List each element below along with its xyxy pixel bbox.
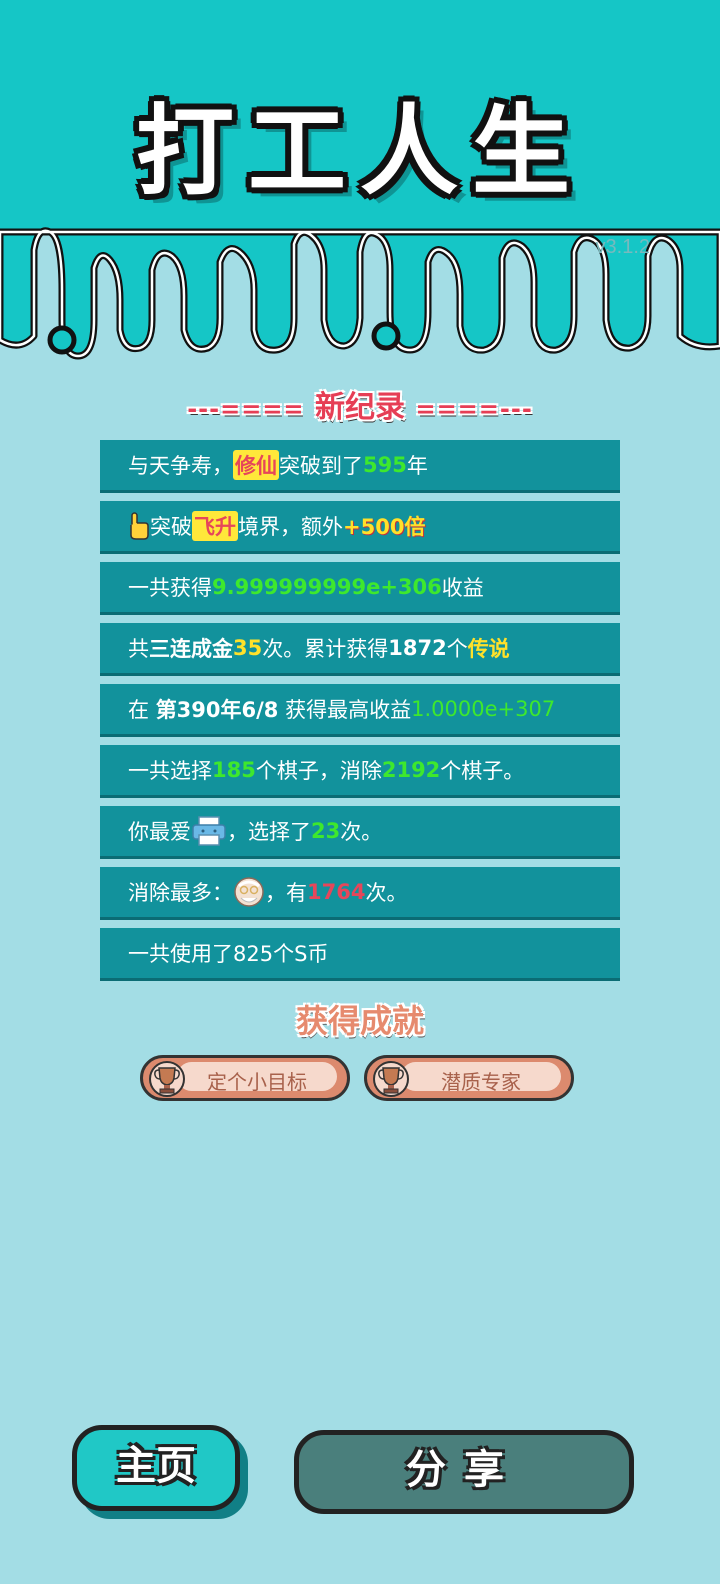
row-text: 共 — [128, 637, 149, 661]
row-text: 次。 — [365, 881, 408, 905]
app-title: 打工人生 — [135, 95, 584, 209]
row-highlight: 第390年6/8 — [155, 698, 279, 722]
record-row-longevity: 与天争寿， 修仙 突破到了 595 年 — [100, 440, 620, 493]
new-record-header: ---==== 新纪录 ====--- — [0, 382, 720, 426]
row-text: 个棋子。 — [440, 759, 525, 783]
record-row-favorite: 你最爱 ，选择了 23 次。 — [100, 806, 620, 859]
header-dash-right: ====--- — [415, 395, 533, 423]
row-text: 个 — [446, 637, 468, 661]
record-list: 与天争寿， 修仙 突破到了 595 年 突破 飞升 境界，额外 +500倍 一共… — [100, 440, 620, 989]
row-value: 1764 — [307, 880, 366, 904]
record-row-triple-gold: 共 三连成金 35 次。累计获得 1872 个 传说 — [100, 623, 620, 676]
achievements-title: 获得成就 — [295, 1002, 424, 1040]
row-value: 185 — [212, 758, 256, 782]
row-text: 次。 — [340, 820, 383, 844]
record-row-coins: 一共使用了825个S币 — [100, 928, 620, 981]
record-row-most-eliminated: 消除最多： ，有 1764 次。 — [100, 867, 620, 920]
row-text: 你最爱 — [128, 820, 191, 844]
achievement-badge[interactable]: 潜质专家 — [364, 1055, 574, 1101]
row-text: 个棋子，消除 — [255, 759, 382, 783]
achievement-label: 定个小目标 — [207, 1070, 307, 1094]
old-man-face-icon — [234, 877, 264, 907]
row-value: 35 — [233, 636, 263, 660]
row-text: 年 — [406, 454, 428, 478]
row-text: ，选择了 — [227, 820, 311, 844]
row-value: 595 — [363, 453, 407, 477]
row-highlight: 三连成金 — [149, 637, 233, 661]
home-button[interactable]: 主页 — [72, 1425, 240, 1511]
row-value: 1872 — [388, 636, 447, 660]
record-row-pieces: 一共选择 185 个棋子，消除 2192 个棋子。 — [100, 745, 620, 798]
row-text: 次。累计获得 — [262, 637, 389, 661]
row-text: 突破 — [150, 515, 192, 539]
share-button[interactable]: 分享 — [294, 1430, 634, 1514]
row-text: 在 — [128, 698, 156, 722]
row-text: 消除最多： — [128, 881, 233, 905]
new-record-title: 新纪录 — [315, 390, 405, 425]
row-value: 1.0000e+307 — [411, 697, 556, 721]
row-highlight: 传说 — [467, 637, 510, 661]
pointing-hand-icon — [130, 512, 149, 540]
row-value: +500倍 — [343, 515, 426, 539]
achievement-label: 潜质专家 — [441, 1070, 521, 1094]
row-text: 与天争寿， — [128, 454, 233, 478]
record-row-max-income: 在 第390年6/8 获得最高收益 1.0000e+307 — [100, 684, 620, 737]
row-text: 一共使用了825个S币 — [128, 942, 329, 966]
version-label: v3.1.2 — [595, 236, 650, 258]
row-highlight: 修仙 — [233, 450, 279, 480]
row-value: 9.999999999e+306 — [212, 575, 442, 599]
row-text: ，有 — [265, 881, 307, 905]
row-text: 突破到了 — [279, 454, 363, 478]
row-value: 23 — [311, 819, 341, 843]
printer-icon — [192, 816, 226, 846]
row-highlight: 飞升 — [192, 511, 238, 541]
record-row-ascension: 突破 飞升 境界，额外 +500倍 — [100, 501, 620, 554]
record-row-total-income: 一共获得 9.999999999e+306 收益 — [100, 562, 620, 615]
row-text: 一共获得 — [128, 576, 212, 600]
row-text: 收益 — [441, 576, 484, 600]
row-text: 境界，额外 — [238, 515, 343, 539]
achievement-badge[interactable]: 定个小目标 — [140, 1055, 350, 1101]
header-dash-left: ---==== — [187, 395, 305, 423]
row-text: 获得最高收益 — [278, 698, 412, 722]
row-text: 一共选择 — [128, 759, 212, 783]
row-value: 2192 — [381, 758, 441, 782]
